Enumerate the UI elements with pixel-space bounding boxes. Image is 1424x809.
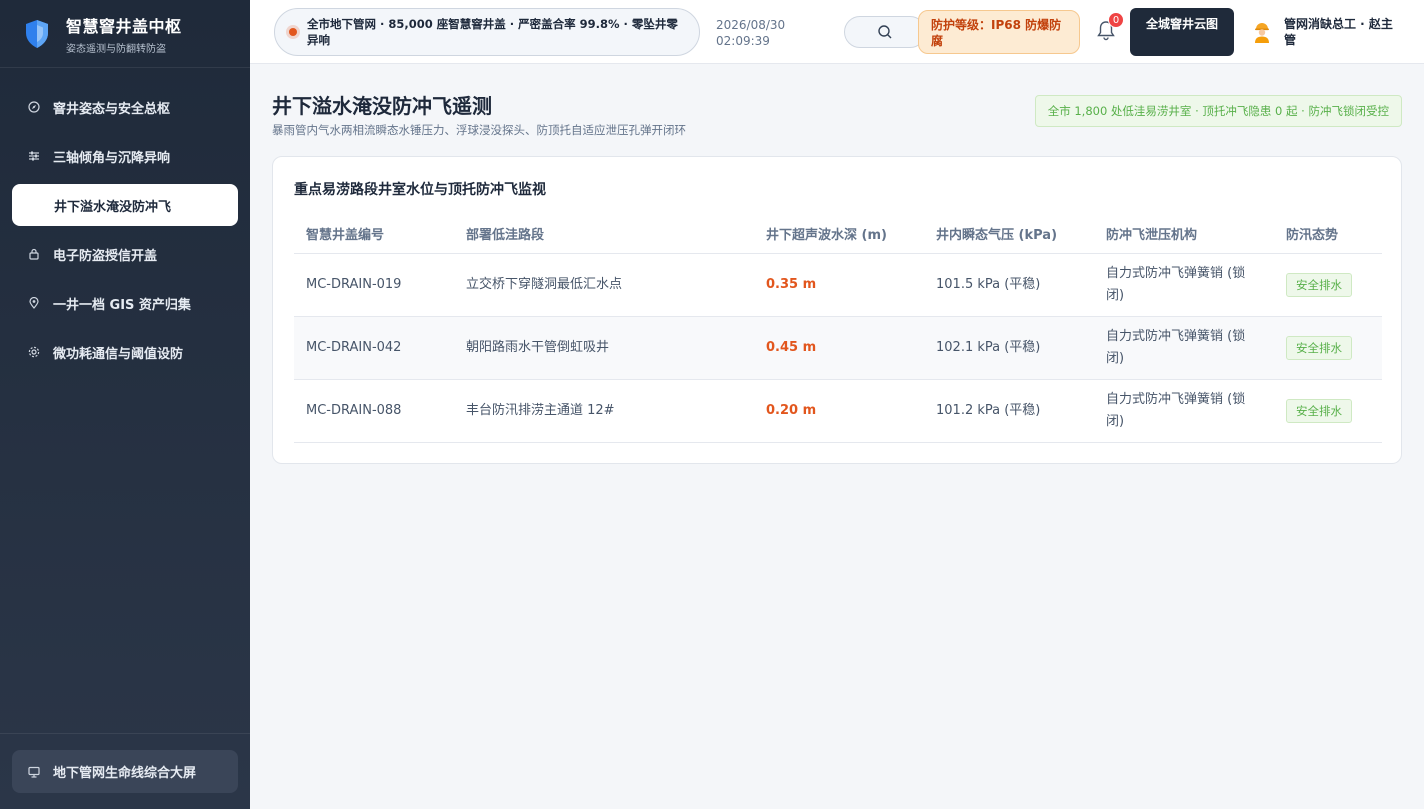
big-screen-label: 地下管网生命线综合大屏 xyxy=(53,766,197,781)
page-subtitle: 暴雨管内气水两相流瞬态水锤压力、浮球浸没探头、防顶托自适应泄压孔弹开闭环 xyxy=(272,123,686,137)
status-badge: 安全排水 xyxy=(1286,335,1352,360)
water-depth: 0.20 m xyxy=(754,379,924,443)
sidebar-item-label: 井下溢水淹没防冲飞 xyxy=(54,199,172,215)
sidebar-item-overview[interactable]: 窨井姿态与安全总枢 xyxy=(12,86,238,128)
status-cell: 安全排水 xyxy=(1274,316,1382,380)
column-header: 井下超声波水深 (m) xyxy=(754,215,924,254)
mechanism: 自力式防冲飞弹簧销 (锁闭) xyxy=(1094,379,1274,443)
compass-icon xyxy=(28,101,40,113)
sidebar-item-label: 微功耗通信与阈值设防 xyxy=(53,346,184,362)
status-pill: 全市 1,800 处低洼易涝井室 · 顶托冲飞隐患 0 起 · 防冲飞锁闭受控 xyxy=(1034,95,1402,127)
notification-count-badge: 0 xyxy=(1108,12,1124,28)
status-badge: 安全排水 xyxy=(1286,272,1352,297)
shield-icon xyxy=(26,19,48,48)
monitor-table: 智慧井盖编号 部署低洼路段 井下超声波水深 (m) 井内瞬态气压 (kPa) 防… xyxy=(294,215,1382,443)
location: 立交桥下穿隧洞最低汇水点 xyxy=(454,253,754,317)
mechanism: 自力式防冲飞弹簧销 (锁闭) xyxy=(1094,316,1274,380)
main-content: 井下溢水淹没防冲飞遥测 暴雨管内气水两相流瞬态水锤压力、浮球浸没探头、防顶托自适… xyxy=(250,64,1424,809)
mechanism: 自力式防冲飞弹簧销 (锁闭) xyxy=(1094,253,1274,317)
protection-level-badge: 防护等级：IP68 防爆防腐 xyxy=(918,10,1080,54)
big-screen-button[interactable]: 地下管网生命线综合大屏 xyxy=(12,750,238,793)
sidebar-item-label: 窨井姿态与安全总枢 xyxy=(53,101,171,117)
sidebar-nav: 窨井姿态与安全总枢 三轴倾角与沉降异响 井下溢水淹没防冲飞 电子防盗授信开盖 一… xyxy=(0,68,250,373)
sliders-icon xyxy=(28,150,40,162)
lock-icon xyxy=(28,248,40,260)
brand-title: 智慧窨井盖中枢 xyxy=(66,16,182,36)
sidebar-item-tilt[interactable]: 三轴倾角与沉降异响 xyxy=(12,135,238,177)
pressure: 101.2 kPa (平稳) xyxy=(924,379,1094,443)
sidebar-footer: 地下管网生命线综合大屏 xyxy=(0,733,250,809)
gear-icon xyxy=(28,346,40,358)
status-cell: 安全排水 xyxy=(1274,379,1382,443)
table-row[interactable]: MC-DRAIN-042 朝阳路雨水干管倒虹吸井 0.45 m 102.1 kP… xyxy=(294,316,1382,380)
cover-id: MC-DRAIN-019 xyxy=(294,253,454,317)
user-name: 管网消缺总工 · 赵主管 xyxy=(1284,17,1393,47)
table-header-row: 智慧井盖编号 部署低洼路段 井下超声波水深 (m) 井内瞬态气压 (kPa) 防… xyxy=(294,215,1382,254)
sidebar-item-label: 电子防盗授信开盖 xyxy=(53,248,158,264)
sidebar-item-gis[interactable]: 一井一档 GIS 资产归集 xyxy=(12,282,238,324)
datetime: 2026/08/30 02:09:39 xyxy=(716,17,785,49)
sidebar-item-antitheft[interactable]: 电子防盗授信开盖 xyxy=(12,233,238,275)
column-header: 部署低洼路段 xyxy=(454,215,754,254)
ticker-banner: 全市地下管网 · 85,000 座智慧窨井盖 · 严密盖合率 99.8% · 零… xyxy=(274,8,700,56)
topbar: 全市地下管网 · 85,000 座智慧窨井盖 · 严密盖合率 99.8% · 零… xyxy=(250,0,1424,64)
brand-subtitle: 姿态遥测与防翻转防盗 xyxy=(66,43,166,55)
pressure: 101.5 kPa (平稳) xyxy=(924,253,1094,317)
page-title: 井下溢水淹没防冲飞遥测 xyxy=(272,94,492,118)
card-title: 重点易涝路段井室水位与顶托防冲飞监视 xyxy=(294,182,546,198)
brand: 智慧窨井盖中枢 姿态遥测与防翻转防盗 xyxy=(0,0,250,68)
sidebar-item-label: 一井一档 GIS 资产归集 xyxy=(53,297,191,313)
time-text: 02:09:39 xyxy=(716,34,770,48)
column-header: 智慧井盖编号 xyxy=(294,215,454,254)
map-pin-icon xyxy=(28,297,40,309)
live-dot-icon xyxy=(289,28,297,36)
status-cell: 安全排水 xyxy=(1274,253,1382,317)
pressure: 102.1 kPa (平稳) xyxy=(924,316,1094,380)
sidebar-item-flood[interactable]: 井下溢水淹没防冲飞 xyxy=(12,184,238,226)
column-header: 防冲飞泄压机构 xyxy=(1094,215,1274,254)
monitor-card: 重点易涝路段井室水位与顶托防冲飞监视 智慧井盖编号 部署低洼路段 井下超声波水深… xyxy=(272,156,1402,464)
table-row[interactable]: MC-DRAIN-088 丰台防汛排涝主通道 12# 0.20 m 101.2 … xyxy=(294,379,1382,443)
water-depth: 0.35 m xyxy=(754,253,924,317)
sidebar-item-label: 三轴倾角与沉降异响 xyxy=(53,150,171,166)
cover-id: MC-DRAIN-042 xyxy=(294,316,454,380)
column-header: 井内瞬态气压 (kPa) xyxy=(924,215,1094,254)
monitor-icon xyxy=(28,766,40,778)
status-badge: 安全排水 xyxy=(1286,398,1352,423)
worker-avatar-icon xyxy=(1255,23,1269,43)
water-depth: 0.45 m xyxy=(754,316,924,380)
search-icon xyxy=(878,25,892,39)
location: 丰台防汛排涝主通道 12# xyxy=(454,379,754,443)
location: 朝阳路雨水干管倒虹吸井 xyxy=(454,316,754,380)
sidebar-item-settings[interactable]: 微功耗通信与阈值设防 xyxy=(12,331,238,373)
city-cloud-map-button[interactable]: 全城窨井云图 xyxy=(1130,8,1234,56)
column-header: 防汛态势 xyxy=(1274,215,1382,254)
cover-id: MC-DRAIN-088 xyxy=(294,379,454,443)
date-text: 2026/08/30 xyxy=(716,18,786,32)
search-button[interactable] xyxy=(844,16,926,48)
user-profile[interactable]: 管网消缺总工 · 赵主管 xyxy=(1252,16,1394,48)
ticker-text: 全市地下管网 · 85,000 座智慧窨井盖 · 严密盖合率 99.8% · 零… xyxy=(307,17,678,47)
table-row[interactable]: MC-DRAIN-019 立交桥下穿隧洞最低汇水点 0.35 m 101.5 k… xyxy=(294,253,1382,317)
sidebar: 智慧窨井盖中枢 姿态遥测与防翻转防盗 窨井姿态与安全总枢 三轴倾角与沉降异响 井… xyxy=(0,0,250,809)
